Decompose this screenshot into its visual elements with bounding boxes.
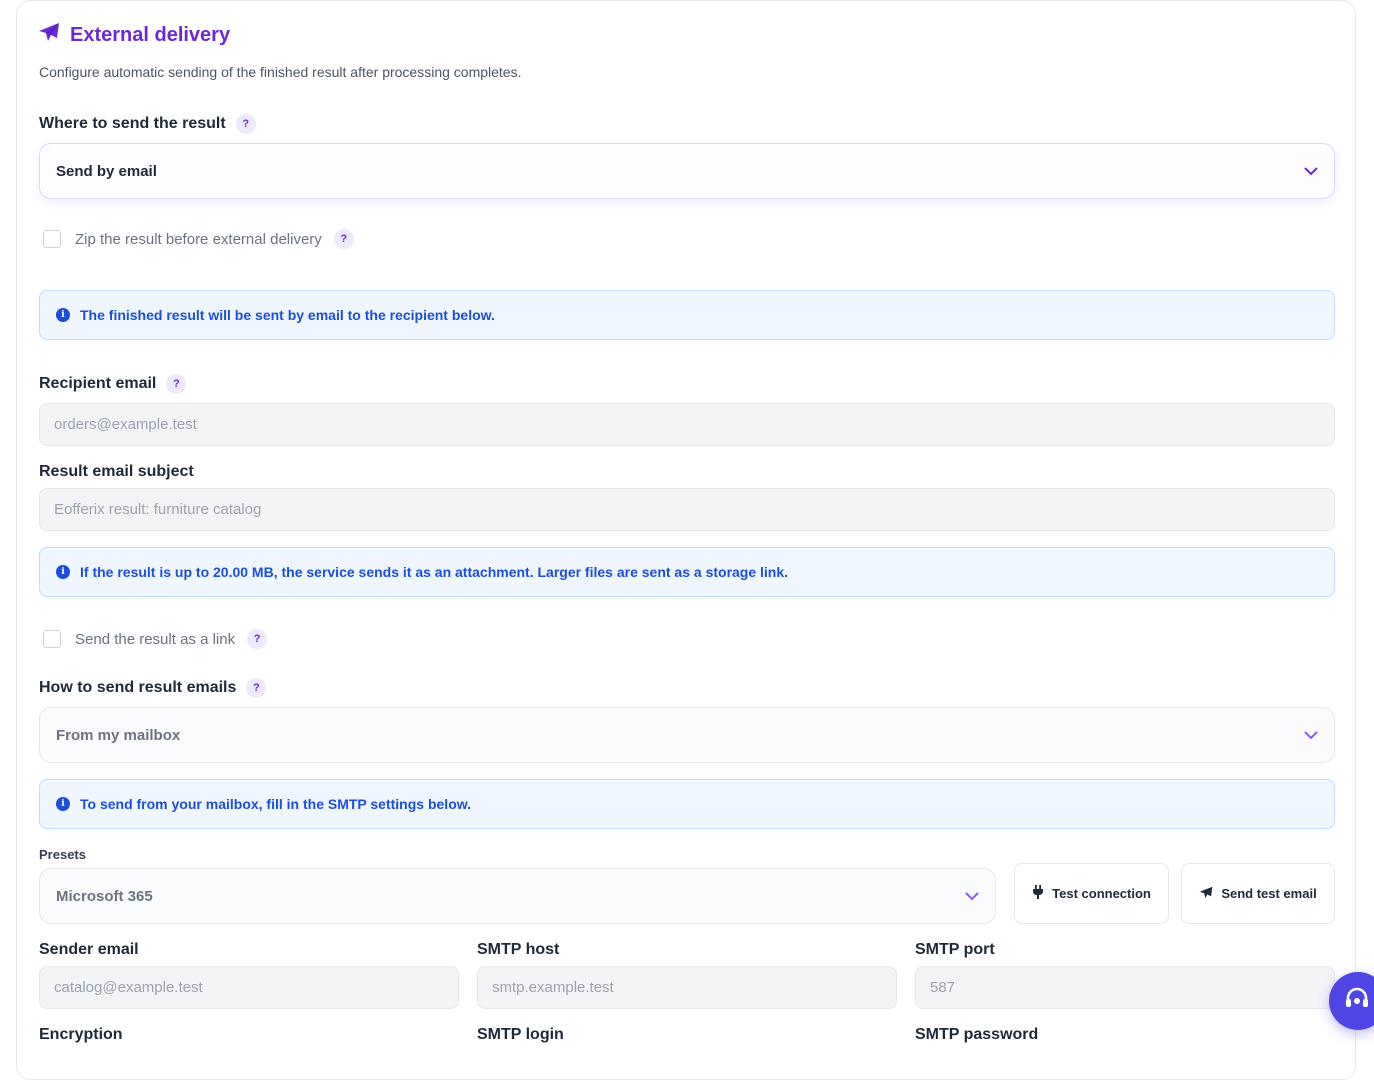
plug-icon <box>1032 885 1044 902</box>
subject-label-text: Result email subject <box>39 463 194 480</box>
chevron-down-icon <box>1304 727 1318 744</box>
question-mark-icon[interactable]: ? <box>246 678 267 698</box>
info-smtp-banner: i To send from your mailbox, fill in the… <box>39 779 1335 829</box>
info-email-banner: i The finished result will be sent by em… <box>39 290 1335 340</box>
smtp-password-label: SMTP password <box>915 1026 1039 1043</box>
paper-plane-icon <box>1199 886 1213 902</box>
chevron-down-icon <box>965 888 979 905</box>
send-method-select-value: From my mailbox <box>56 726 181 744</box>
smtp-port-label: SMTP port <box>915 941 995 958</box>
headset-icon <box>1343 985 1371 1018</box>
info-icon: i <box>56 797 70 811</box>
info-email-text: The finished result will be sent by emai… <box>80 307 495 323</box>
recipient-email-input[interactable]: orders@example.test <box>39 403 1335 446</box>
info-attachment-text: If the result is up to 20.00 MB, the ser… <box>80 564 789 580</box>
chevron-down-icon <box>1304 163 1318 180</box>
question-mark-icon[interactable]: ? <box>333 229 354 249</box>
send-test-email-button[interactable]: Send test email <box>1181 863 1335 924</box>
encryption-label: Encryption <box>39 1026 123 1043</box>
sender-email-input[interactable]: catalog@example.test <box>39 966 459 1009</box>
send-method-select[interactable]: From my mailbox <box>39 707 1335 763</box>
destination-label: Where to send the result ? <box>39 113 256 135</box>
subject-input[interactable]: Eofferix result: furniture catalog <box>39 488 1335 531</box>
send-test-email-label: Send test email <box>1221 886 1317 901</box>
presets-label: Presets <box>39 847 86 862</box>
info-icon: i <box>56 308 70 322</box>
smtp-login-label: SMTP login <box>477 1026 564 1043</box>
send-method-label-text: How to send result emails <box>39 679 237 696</box>
info-smtp-text: To send from your mailbox, fill in the S… <box>80 796 472 812</box>
presets-select[interactable]: Microsoft 365 <box>39 868 996 924</box>
smtp-host-label: SMTP host <box>477 941 560 958</box>
info-icon: i <box>56 565 70 579</box>
destination-select[interactable]: Send by email <box>39 143 1335 199</box>
destination-select-value: Send by email <box>56 162 157 180</box>
subject-label: Result email subject <box>39 461 194 483</box>
link-option[interactable]: Send the result as a link ? <box>43 628 268 650</box>
smtp-host-input[interactable]: smtp.example.test <box>477 966 897 1009</box>
test-connection-button[interactable]: Test connection <box>1014 863 1169 924</box>
zip-checkbox[interactable] <box>43 230 61 248</box>
question-mark-icon[interactable]: ? <box>166 374 187 394</box>
test-connection-label: Test connection <box>1052 886 1151 901</box>
section-title: External delivery <box>38 20 230 50</box>
presets-select-value: Microsoft 365 <box>56 887 153 905</box>
zip-option[interactable]: Zip the result before external delivery … <box>43 228 354 250</box>
smtp-port-input[interactable]: 587 <box>915 966 1335 1009</box>
link-option-label: Send the result as a link <box>75 630 236 648</box>
recipient-label: Recipient email ? <box>39 373 187 395</box>
question-mark-icon[interactable]: ? <box>235 114 256 134</box>
section-title-text: External delivery <box>70 23 231 46</box>
link-checkbox[interactable] <box>43 630 61 648</box>
question-mark-icon[interactable]: ? <box>247 629 268 649</box>
recipient-label-text: Recipient email <box>39 375 157 392</box>
destination-label-text: Where to send the result <box>39 115 226 132</box>
sender-email-label: Sender email <box>39 941 139 958</box>
send-method-label: How to send result emails ? <box>39 677 267 699</box>
zip-option-label: Zip the result before external delivery <box>75 230 322 248</box>
paper-plane-icon <box>38 22 60 48</box>
info-attachment-banner: i If the result is up to 20.00 MB, the s… <box>39 547 1335 597</box>
section-subtitle: Configure automatic sending of the finis… <box>39 64 522 80</box>
